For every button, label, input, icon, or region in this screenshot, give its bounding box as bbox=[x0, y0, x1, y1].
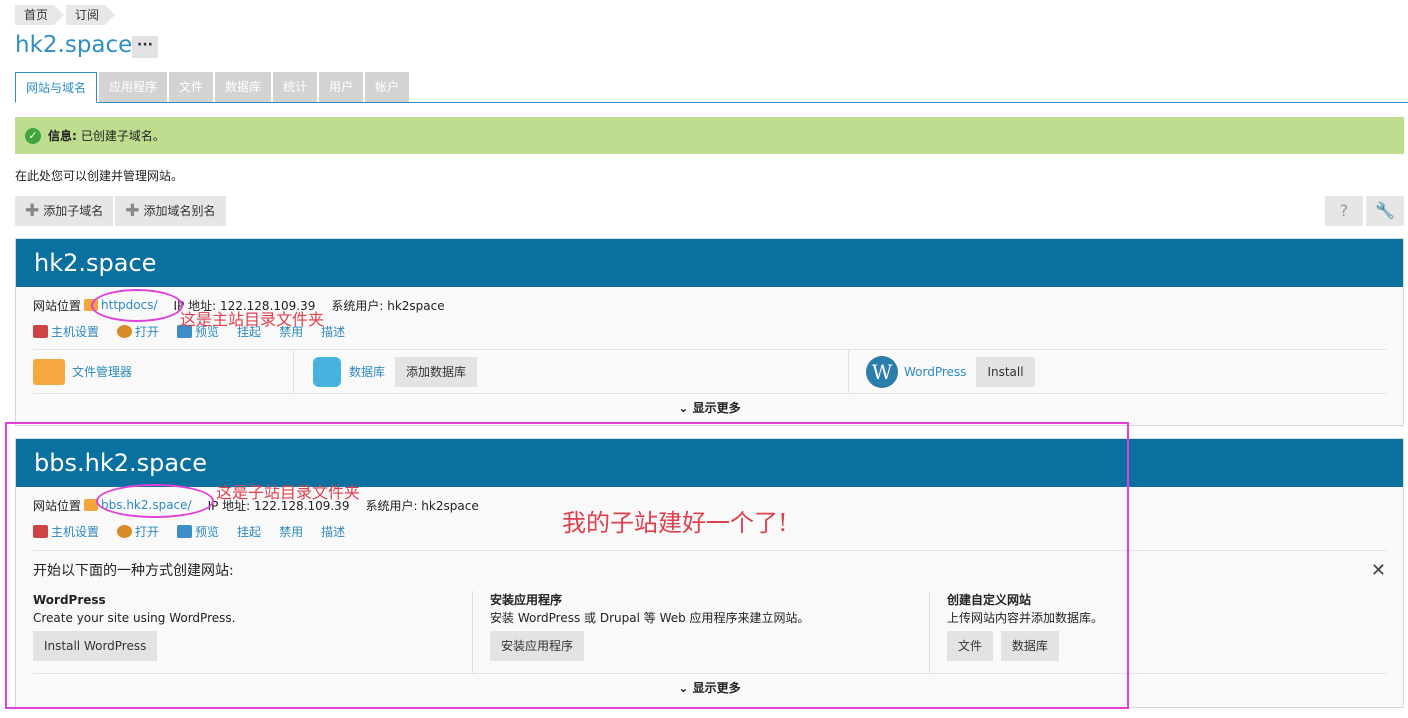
open-link[interactable]: 打开 bbox=[117, 323, 159, 340]
annotation-main-dir: 这是主站目录文件夹 bbox=[180, 310, 325, 329]
site-tools: 文件管理器 数据库 添加数据库 W WordPress Install bbox=[33, 349, 1386, 393]
plus-icon: ✚ bbox=[125, 201, 140, 221]
databases-button[interactable]: 数据库 bbox=[1000, 631, 1059, 661]
database-cell: 数据库 添加数据库 bbox=[294, 350, 849, 393]
option-title: WordPress bbox=[33, 593, 106, 607]
tab-users[interactable]: 用户 bbox=[319, 72, 364, 102]
option-desc: 上传网站内容并添加数据库。 bbox=[947, 611, 1104, 625]
wordpress-icon: W bbox=[866, 355, 898, 388]
folder-icon bbox=[84, 499, 99, 511]
add-subdomain-label: 添加子域名 bbox=[43, 204, 104, 218]
plus-icon: ✚ bbox=[25, 201, 40, 221]
close-icon[interactable]: ✕ bbox=[1371, 551, 1386, 591]
option-title: 安装应用程序 bbox=[490, 593, 563, 607]
preview-link[interactable]: 预览 bbox=[177, 523, 219, 540]
add-subdomain-button[interactable]: ✚ 添加子域名 bbox=[15, 196, 114, 226]
description-link[interactable]: 描述 bbox=[321, 323, 345, 340]
info-message: ✓ 信息: 已创建子域名。 bbox=[15, 117, 1404, 154]
add-database-button[interactable]: 添加数据库 bbox=[395, 356, 478, 387]
site-name: hk2.space bbox=[16, 239, 1403, 287]
tab-databases[interactable]: 数据库 bbox=[215, 72, 272, 102]
getting-started-options: WordPress Create your site using WordPre… bbox=[33, 591, 1386, 673]
open-link[interactable]: 打开 bbox=[117, 523, 159, 540]
open-label: 打开 bbox=[135, 524, 160, 539]
wordpress-link[interactable]: WordPress bbox=[904, 365, 966, 379]
breadcrumb-subscriptions[interactable]: 订阅 bbox=[66, 5, 116, 25]
location-label: 网站位置 bbox=[33, 298, 82, 313]
site-folder-link[interactable]: httpdocs/ bbox=[101, 298, 157, 312]
tab-files[interactable]: 文件 bbox=[169, 72, 214, 102]
breadcrumb-home[interactable]: 首页 bbox=[15, 5, 65, 25]
page-description: 在此处您可以创建并管理网站。 bbox=[15, 169, 184, 183]
site-folder-link[interactable]: bbs.hk2.space/ bbox=[101, 498, 192, 512]
tab-account[interactable]: 帐户 bbox=[365, 72, 410, 102]
option-title: 创建自定义网站 bbox=[947, 593, 1032, 607]
tab-websites-domains[interactable]: 网站与域名 bbox=[15, 72, 98, 103]
disable-link[interactable]: 禁用 bbox=[279, 523, 303, 540]
info-label: 信息: bbox=[48, 129, 77, 143]
preview-icon bbox=[177, 524, 193, 538]
site-card-hk2: hk2.space 网站位置 httpdocs/ IP 地址: 122.128.… bbox=[15, 238, 1404, 426]
annotation-done: 我的子站建好一个了! bbox=[562, 509, 788, 537]
option-custom-site: 创建自定义网站 上传网站内容并添加数据库。 文件 数据库 bbox=[929, 591, 1386, 673]
install-wordpress-button[interactable]: Install WordPress bbox=[33, 631, 158, 661]
more-button[interactable]: ··· bbox=[132, 36, 158, 58]
hosting-settings-label: 主机设置 bbox=[51, 524, 100, 539]
show-more-button[interactable]: ⌄ 显示更多 bbox=[33, 393, 1386, 422]
install-wordpress-button[interactable]: Install bbox=[976, 356, 1035, 387]
wordpress-cell: W WordPress Install bbox=[849, 350, 1035, 393]
option-wordpress: WordPress Create your site using WordPre… bbox=[33, 591, 472, 673]
add-alias-label: 添加域名别名 bbox=[143, 204, 216, 218]
tab-applications[interactable]: 应用程序 bbox=[99, 72, 168, 102]
database-icon bbox=[313, 356, 341, 387]
open-icon bbox=[117, 524, 133, 538]
tools-icon bbox=[33, 324, 48, 338]
tools-icon bbox=[33, 524, 48, 538]
open-icon bbox=[117, 324, 133, 338]
tab-bar: 网站与域名 应用程序 文件 数据库 统计 用户 帐户 bbox=[15, 72, 1408, 103]
suspend-link[interactable]: 挂起 bbox=[237, 523, 261, 540]
file-manager-cell: 文件管理器 bbox=[33, 350, 294, 393]
option-desc: Create your site using WordPress. bbox=[33, 611, 236, 625]
chevron-down-icon: ⌄ bbox=[678, 401, 689, 415]
page-title: hk2.space bbox=[15, 32, 133, 58]
right-tools: ? 🔧 bbox=[1322, 196, 1404, 226]
annotation-sub-dir: 这是子站目录文件夹 bbox=[216, 483, 361, 502]
option-desc: 安装 WordPress 或 Drupal 等 Web 应用程序来建立网站。 bbox=[490, 611, 810, 625]
location-label: 网站位置 bbox=[33, 498, 82, 513]
system-user: 系统用户: hk2space bbox=[365, 498, 479, 513]
toolbar: ✚ 添加子域名 ✚ 添加域名别名 bbox=[15, 196, 228, 226]
add-domain-alias-button[interactable]: ✚ 添加域名别名 bbox=[115, 196, 226, 226]
chevron-down-icon: ⌄ bbox=[678, 681, 689, 695]
breadcrumb: 首页 订阅 bbox=[15, 5, 117, 25]
preview-label: 预览 bbox=[195, 524, 220, 539]
hosting-settings-label: 主机设置 bbox=[51, 324, 100, 339]
folder-icon bbox=[33, 358, 65, 385]
file-manager-link[interactable]: 文件管理器 bbox=[72, 363, 132, 380]
files-button[interactable]: 文件 bbox=[947, 631, 994, 661]
install-apps-button[interactable]: 安装应用程序 bbox=[490, 631, 585, 661]
show-more-label: 显示更多 bbox=[692, 401, 741, 415]
open-label: 打开 bbox=[135, 324, 160, 339]
help-icon[interactable]: ? bbox=[1325, 196, 1363, 226]
folder-icon bbox=[84, 299, 99, 311]
description-link[interactable]: 描述 bbox=[321, 523, 345, 540]
hosting-settings-link[interactable]: 主机设置 bbox=[33, 323, 99, 340]
hosting-settings-link[interactable]: 主机设置 bbox=[33, 523, 99, 540]
tab-statistics[interactable]: 统计 bbox=[273, 72, 318, 102]
show-more-button[interactable]: ⌄ 显示更多 bbox=[33, 673, 1386, 702]
info-text: 已创建子域名。 bbox=[80, 129, 165, 143]
show-more-label: 显示更多 bbox=[692, 681, 741, 695]
option-install-apps: 安装应用程序 安装 WordPress 或 Drupal 等 Web 应用程序来… bbox=[472, 591, 929, 673]
check-icon: ✓ bbox=[25, 127, 41, 144]
getting-started-panel: 开始以下面的一种方式创建网站: ✕ WordPress Create your … bbox=[33, 550, 1386, 673]
getting-started-title: 开始以下面的一种方式创建网站: ✕ bbox=[33, 551, 1386, 591]
system-user: 系统用户: hk2space bbox=[331, 298, 445, 313]
database-link[interactable]: 数据库 bbox=[349, 363, 385, 380]
wrench-icon[interactable]: 🔧 bbox=[1366, 196, 1404, 226]
getting-started-text: 开始以下面的一种方式创建网站: bbox=[33, 563, 234, 579]
